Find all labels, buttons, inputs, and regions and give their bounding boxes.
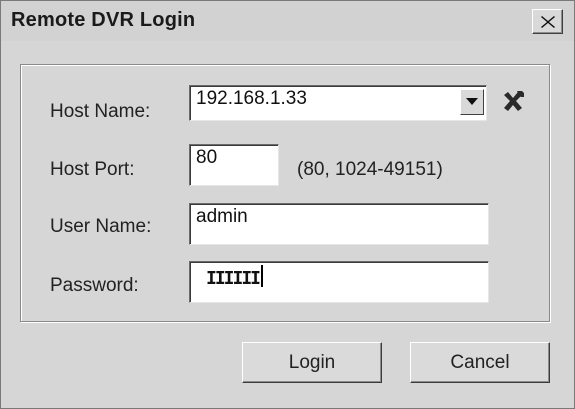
host-name-dropdown-button[interactable]: [460, 89, 484, 115]
host-name-combobox[interactable]: 192.168.1.33: [189, 85, 487, 121]
host-port-label: Host Port:: [50, 159, 135, 180]
host-port-input[interactable]: 80: [189, 144, 279, 186]
chevron-down-icon: [466, 98, 478, 105]
host-port-value: 80: [196, 147, 218, 168]
user-name-input[interactable]: admin: [189, 203, 489, 245]
password-label: Password:: [50, 275, 139, 296]
window-title: Remote DVR Login: [11, 9, 196, 31]
title-bar: Remote DVR Login: [1, 1, 574, 41]
text-caret: [261, 265, 264, 287]
password-input[interactable]: IIIIII: [189, 261, 489, 303]
host-tools-button[interactable]: [500, 89, 526, 115]
remote-dvr-login-dialog: Remote DVR Login Host Name: 192.168.1.33…: [0, 0, 575, 409]
close-icon: [540, 15, 555, 28]
user-name-value: admin: [196, 206, 248, 227]
close-button[interactable]: [532, 9, 563, 34]
host-name-label: Host Name:: [50, 101, 151, 122]
cancel-button[interactable]: Cancel: [410, 342, 550, 383]
host-port-hint: (80, 1024-49151): [297, 159, 443, 180]
user-name-label: User Name:: [50, 216, 152, 237]
password-masked-value: IIIIII: [206, 268, 261, 289]
login-button[interactable]: Login: [242, 342, 382, 383]
tools-icon: [504, 91, 524, 111]
host-name-value: 192.168.1.33: [196, 88, 307, 109]
